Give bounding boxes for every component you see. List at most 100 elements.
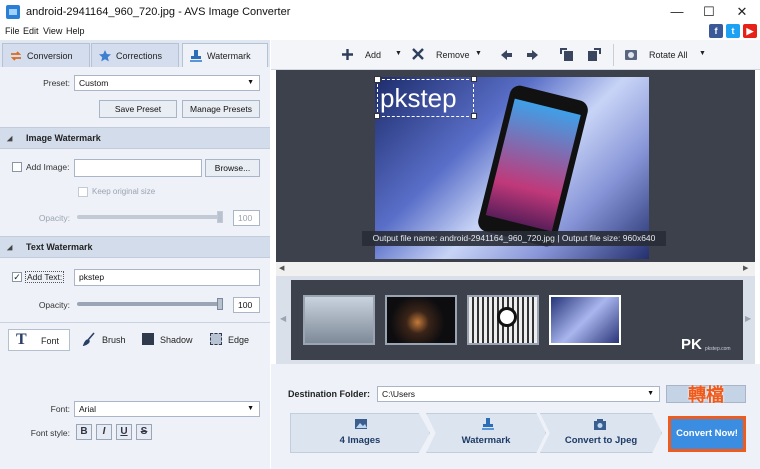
step-images-label: 4 Images (339, 435, 381, 446)
chevron-down-icon: ▼ (395, 50, 402, 57)
add-text-checkbox[interactable]: ✓ (12, 272, 22, 282)
save-preset-button[interactable]: Save Preset (99, 100, 177, 118)
menu-bar: File Edit View Help (0, 24, 760, 40)
manage-presets-button[interactable]: Manage Presets (182, 100, 260, 118)
youtube-icon[interactable]: ▶ (743, 24, 757, 38)
step-watermark-label: Watermark (461, 435, 511, 446)
strip-left-icon[interactable]: ◀ (280, 314, 286, 323)
edge-tool-button[interactable]: Edge (210, 330, 265, 350)
rotate-right-icon[interactable] (586, 46, 602, 62)
facebook-icon[interactable]: f (709, 24, 723, 38)
image-preview[interactable]: pkstep Output file name: android-2941164… (276, 70, 755, 262)
rotate-left-icon[interactable] (559, 46, 575, 62)
conversion-icon (10, 51, 22, 61)
slider-thumb[interactable] (217, 211, 223, 223)
image-path-field[interactable] (74, 159, 202, 177)
maximize-button[interactable]: ☐ (694, 2, 724, 22)
text-opacity-slider[interactable] (77, 297, 223, 311)
brush-tool-label: Brush (102, 335, 126, 345)
bold-button[interactable]: B (76, 424, 92, 440)
minimize-button[interactable]: — (662, 2, 692, 22)
step-convert-to[interactable]: Convert to Jpeg (540, 413, 662, 453)
stamp-icon (482, 418, 494, 430)
convert-now-button[interactable]: Convert Now! (668, 416, 746, 452)
arrow-right-icon[interactable] (526, 49, 539, 61)
strikethrough-button[interactable]: S (136, 424, 152, 440)
step-convert-to-label: Convert to Jpeg (564, 435, 638, 446)
divider (613, 44, 614, 66)
scroll-left-icon[interactable]: ◀ (279, 264, 284, 272)
phone-image (476, 83, 590, 249)
rotate-all-label: Rotate All (649, 50, 688, 60)
remove-label: Remove (436, 50, 470, 60)
step-watermark[interactable]: Watermark (426, 413, 546, 453)
underline-button[interactable]: U (116, 424, 132, 440)
thumbnail-selected[interactable] (549, 295, 621, 345)
close-button[interactable]: ✕ (727, 2, 757, 22)
menu-edit[interactable]: Edit (23, 26, 39, 36)
brush-tool-button[interactable]: Brush (82, 330, 142, 350)
tab-corrections[interactable]: Corrections (91, 43, 179, 67)
camera-icon (594, 419, 606, 430)
watermark-text-input[interactable]: pkstep (74, 269, 260, 286)
shadow-tool-button[interactable]: Shadow (142, 330, 202, 350)
tab-watermark[interactable]: Watermark (182, 43, 268, 67)
image-icon (355, 419, 367, 429)
add-image-label: Add Image: (26, 162, 70, 172)
horizontal-scrollbar[interactable]: ◀ ▶ (276, 262, 755, 276)
add-button[interactable]: Add ▼ (341, 46, 402, 66)
output-info: Output file name: android-2941164_960_72… (362, 231, 666, 246)
font-style-label: Font style: (30, 428, 70, 438)
slider-thumb[interactable] (217, 298, 223, 310)
browse-button[interactable]: Browse... (205, 159, 260, 177)
menu-help[interactable]: Help (66, 26, 85, 36)
menu-file[interactable]: File (5, 26, 20, 36)
scroll-right-icon[interactable]: ▶ (743, 264, 748, 272)
thumbnail[interactable] (467, 295, 539, 345)
thumbnail[interactable] (303, 295, 375, 345)
tab-conversion[interactable]: Conversion (2, 43, 90, 67)
chevron-down-icon: ▼ (247, 405, 254, 412)
pk-logo-sub: pkstep.com (705, 346, 731, 352)
text-watermark-body: ✓ Add Text: pkstep Opacity: 100 T Font B… (0, 258, 270, 469)
preset-select[interactable]: Custom ▼ (74, 75, 260, 91)
resize-handle[interactable] (471, 76, 477, 82)
image-watermark-body: Add Image: Browse... Keep original size … (0, 149, 270, 236)
resize-handle[interactable] (471, 113, 477, 119)
image-opacity-slider[interactable] (77, 210, 223, 224)
keep-size-checkbox[interactable] (78, 187, 88, 197)
font-tool-label: Font (41, 336, 60, 346)
destination-value: C:\Users (382, 389, 416, 399)
font-tool-button[interactable]: T Font (8, 329, 70, 351)
app-logo-icon (6, 5, 20, 19)
font-select[interactable]: Arial ▼ (74, 401, 260, 417)
annotation-stamp: 轉檔 (688, 385, 724, 406)
text-opacity-value[interactable]: 100 (233, 297, 260, 313)
thumbnail[interactable] (385, 295, 457, 345)
font-value: Arial (79, 404, 97, 414)
image-opacity-value[interactable]: 100 (233, 210, 260, 226)
step-images[interactable]: 4 Images (290, 413, 430, 453)
menu-view[interactable]: View (43, 26, 62, 36)
destination-select[interactable]: C:\Users ▼ (377, 386, 660, 402)
text-opacity-label: Opacity: (38, 300, 70, 310)
chevron-down-icon: ▼ (475, 50, 482, 57)
add-image-checkbox[interactable] (12, 162, 22, 172)
remove-button[interactable]: Remove ▼ (412, 46, 487, 66)
preset-label: Preset: (43, 78, 70, 88)
pk-logo: PK (681, 336, 702, 353)
text-watermark-header[interactable]: Text Watermark (0, 236, 270, 258)
arrow-left-icon[interactable] (500, 49, 513, 61)
twitter-icon[interactable]: t (726, 24, 740, 38)
x-icon (412, 48, 424, 60)
rotate-all-button[interactable]: Rotate All ▼ (624, 46, 709, 66)
add-text-label: Add Text: (25, 271, 65, 283)
chevron-down-icon: ▼ (699, 50, 706, 57)
resize-handle[interactable] (374, 76, 381, 83)
strip-right-icon[interactable]: ▶ (745, 314, 751, 323)
thumbnail-strip: ◀ ▶ PK pkstep.com (276, 276, 755, 364)
italic-button[interactable]: I (96, 424, 112, 440)
divider (0, 322, 270, 323)
chevron-down-icon: ▼ (647, 390, 654, 397)
image-watermark-header[interactable]: Image Watermark (0, 127, 270, 149)
